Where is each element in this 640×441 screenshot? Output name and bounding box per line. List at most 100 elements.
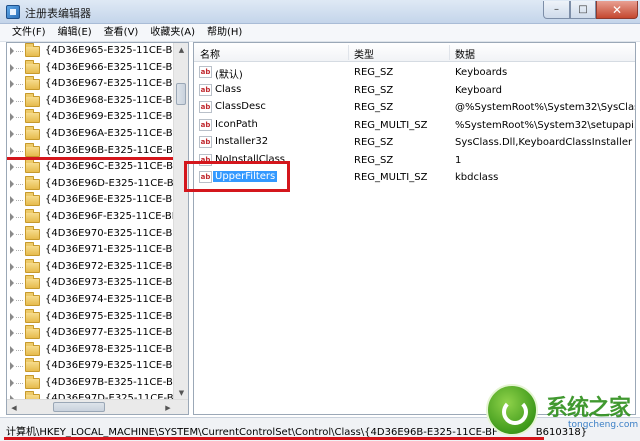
menu-favorites[interactable]: 收藏夹(A) [144,24,201,42]
expand-arrow-icon[interactable] [10,196,14,205]
column-header-name[interactable]: 名称 [200,46,220,61]
tree-item[interactable]: {4D36E970-E325-11CE-BFC [7,225,185,243]
column-header-type[interactable]: 类型 [354,46,374,61]
tree-item-label: {4D36E969-E325-11CE-BFC [45,111,186,123]
value-row[interactable]: ab ClassDesc REG_SZ @%SystemRoot%\System32\… [194,99,635,117]
tree-item[interactable]: {4D36E968-E325-11CE-BFC [7,92,185,110]
menu-file[interactable]: 文件(F) [6,24,52,42]
folder-icon [25,92,40,107]
tree-item[interactable]: {4D36E978-E325-11CE-BFC [7,341,185,359]
tree-item[interactable]: {4D36E967-E325-11CE-BFC [7,76,185,93]
expand-arrow-icon[interactable] [10,295,14,304]
values-list-pane[interactable]: 名称 类型 数据 ab (默认) REG_SZ Keyboards ab Class REG… [193,42,636,415]
expand-arrow-icon[interactable] [10,113,14,122]
tree-item[interactable]: {4D36E97B-E325-11CE-BFC [7,374,186,392]
maximize-button[interactable]: □ [570,1,596,19]
menu-edit[interactable]: 编辑(E) [52,24,98,42]
expand-arrow-icon[interactable] [10,80,14,89]
scroll-thumb[interactable] [176,83,186,105]
value-row[interactable]: ab (默认) REG_SZ Keyboards [194,64,635,82]
scroll-left-arrow-icon[interactable]: ◀ [7,400,21,414]
tree-item[interactable]: {4D36E96A-E325-11CE-BFC [7,125,185,143]
value-name[interactable]: IconPath [213,119,260,130]
column-header-data[interactable]: 数据 [455,46,475,61]
value-type: REG_MULTI_SZ [354,172,428,183]
regedit-app-icon [6,5,20,19]
close-button[interactable]: ✕ [596,1,638,19]
value-data: %SystemRoot%\System32\setupapi.c [455,119,636,131]
tree-item[interactable]: {4D36E965-E325-11CE-BFC [7,43,185,60]
expand-arrow-icon[interactable] [10,329,14,338]
value-name[interactable]: Class [213,84,243,95]
scroll-up-arrow-icon[interactable]: ▲ [174,43,188,57]
scroll-thumb-horizontal[interactable] [53,402,105,412]
value-name[interactable]: Installer32 [213,136,270,147]
tree-item[interactable]: {4D36E96E-E325-11CE-BFC [7,192,185,209]
title-bar: 注册表编辑器 – □ ✕ [0,0,640,24]
expand-arrow-icon[interactable] [10,362,14,371]
folder-icon [25,125,40,140]
tree-item[interactable]: {4D36E975-E325-11CE-BFC [7,308,185,326]
tree-item-label: {4D36E974-E325-11CE-BFC [45,293,186,305]
value-data: Keyboards [455,67,508,78]
folder-icon [25,59,40,74]
expand-arrow-icon[interactable] [10,262,14,271]
folder-icon [25,275,40,290]
column-divider[interactable] [449,45,450,60]
expand-arrow-icon[interactable] [10,179,14,188]
tree-item-label: {4D36E967-E325-11CE-BFC [45,78,186,90]
tree-connector-line [16,216,23,218]
tree-item-label: {4D36E973-E325-11CE-BFC [45,277,186,289]
menu-view[interactable]: 查看(V) [98,24,145,42]
tree-item[interactable]: {4D36E974-E325-11CE-BFC [7,291,185,309]
expand-arrow-icon[interactable] [10,96,14,105]
expand-arrow-icon[interactable] [10,129,14,138]
value-row[interactable]: ab IconPath REG_MULTI_SZ %SystemRoot%\Syste… [194,117,636,135]
menu-help[interactable]: 帮助(H) [201,24,248,42]
tree-connector-line [16,167,23,169]
tree-item-label: {4D36E970-E325-11CE-BFC [45,227,186,239]
expand-arrow-icon[interactable] [10,279,14,288]
tree-item-label: {4D36E975-E325-11CE-BFC [45,310,186,322]
tree-item[interactable]: {4D36E969-E325-11CE-BFC [7,109,185,126]
scroll-right-arrow-icon[interactable]: ▶ [161,400,175,414]
expand-arrow-icon[interactable] [10,229,14,238]
tree-connector-line [16,382,23,384]
tree-item[interactable]: {4D36E96D-E325-11CE-BFC [7,175,186,193]
tree-item[interactable]: {4D36E972-E325-11CE-BFC [7,258,185,276]
window-title: 注册表编辑器 [25,7,91,20]
tree-connector-line [16,51,23,52]
expand-arrow-icon[interactable] [10,146,14,155]
tree-item[interactable]: {4D36E966-E325-11CE-BFC [7,59,185,77]
value-data: kbdclass [455,172,499,183]
key-tree-pane[interactable]: {4D36E965-E325-11CE-BFC {4D36E966-E325-11… [6,42,189,415]
tree-vertical-scrollbar[interactable]: ▲ ▼ [173,43,188,400]
tree-item[interactable]: {4D36E973-E325-11CE-BFC [7,275,185,292]
value-row[interactable]: ab Installer32 REG_SZ SysClass.Dll,Keyboard… [194,134,635,152]
value-name[interactable]: (默认) [213,66,245,81]
string-value-icon: ab [199,136,212,148]
expand-arrow-icon[interactable] [10,47,14,55]
expand-arrow-icon[interactable] [10,63,14,72]
tree-connector-line [16,100,23,102]
tree-horizontal-scrollbar[interactable]: ◀ ▶ [7,399,188,414]
expand-arrow-icon[interactable] [10,378,14,387]
expand-arrow-icon[interactable] [10,163,14,172]
expand-arrow-icon[interactable] [10,212,14,221]
scroll-down-arrow-icon[interactable]: ▼ [174,386,188,400]
minimize-button[interactable]: – [543,1,570,19]
tree-item[interactable]: {4D36E96F-E325-11CE-BFC [7,208,184,226]
column-divider[interactable] [348,45,349,60]
watermark-url: tongcheng.com [568,420,639,430]
expand-arrow-icon[interactable] [10,312,14,321]
tree-item[interactable]: {4D36E96C-E325-11CE-BFC [7,159,186,176]
value-row[interactable]: ab Class REG_SZ Keyboard [194,82,635,100]
expand-arrow-icon[interactable] [10,246,14,255]
tree-item[interactable]: {4D36E977-E325-11CE-BFC [7,325,185,342]
tree-item[interactable]: {4D36E979-E325-11CE-BFC [7,358,185,375]
folder-icon [25,142,40,157]
tree-item[interactable]: {4D36E971-E325-11CE-BFC [7,242,185,259]
tree-item-label: {4D36E971-E325-11CE-BFC [45,244,186,256]
expand-arrow-icon[interactable] [10,345,14,354]
value-name[interactable]: ClassDesc [213,101,268,112]
